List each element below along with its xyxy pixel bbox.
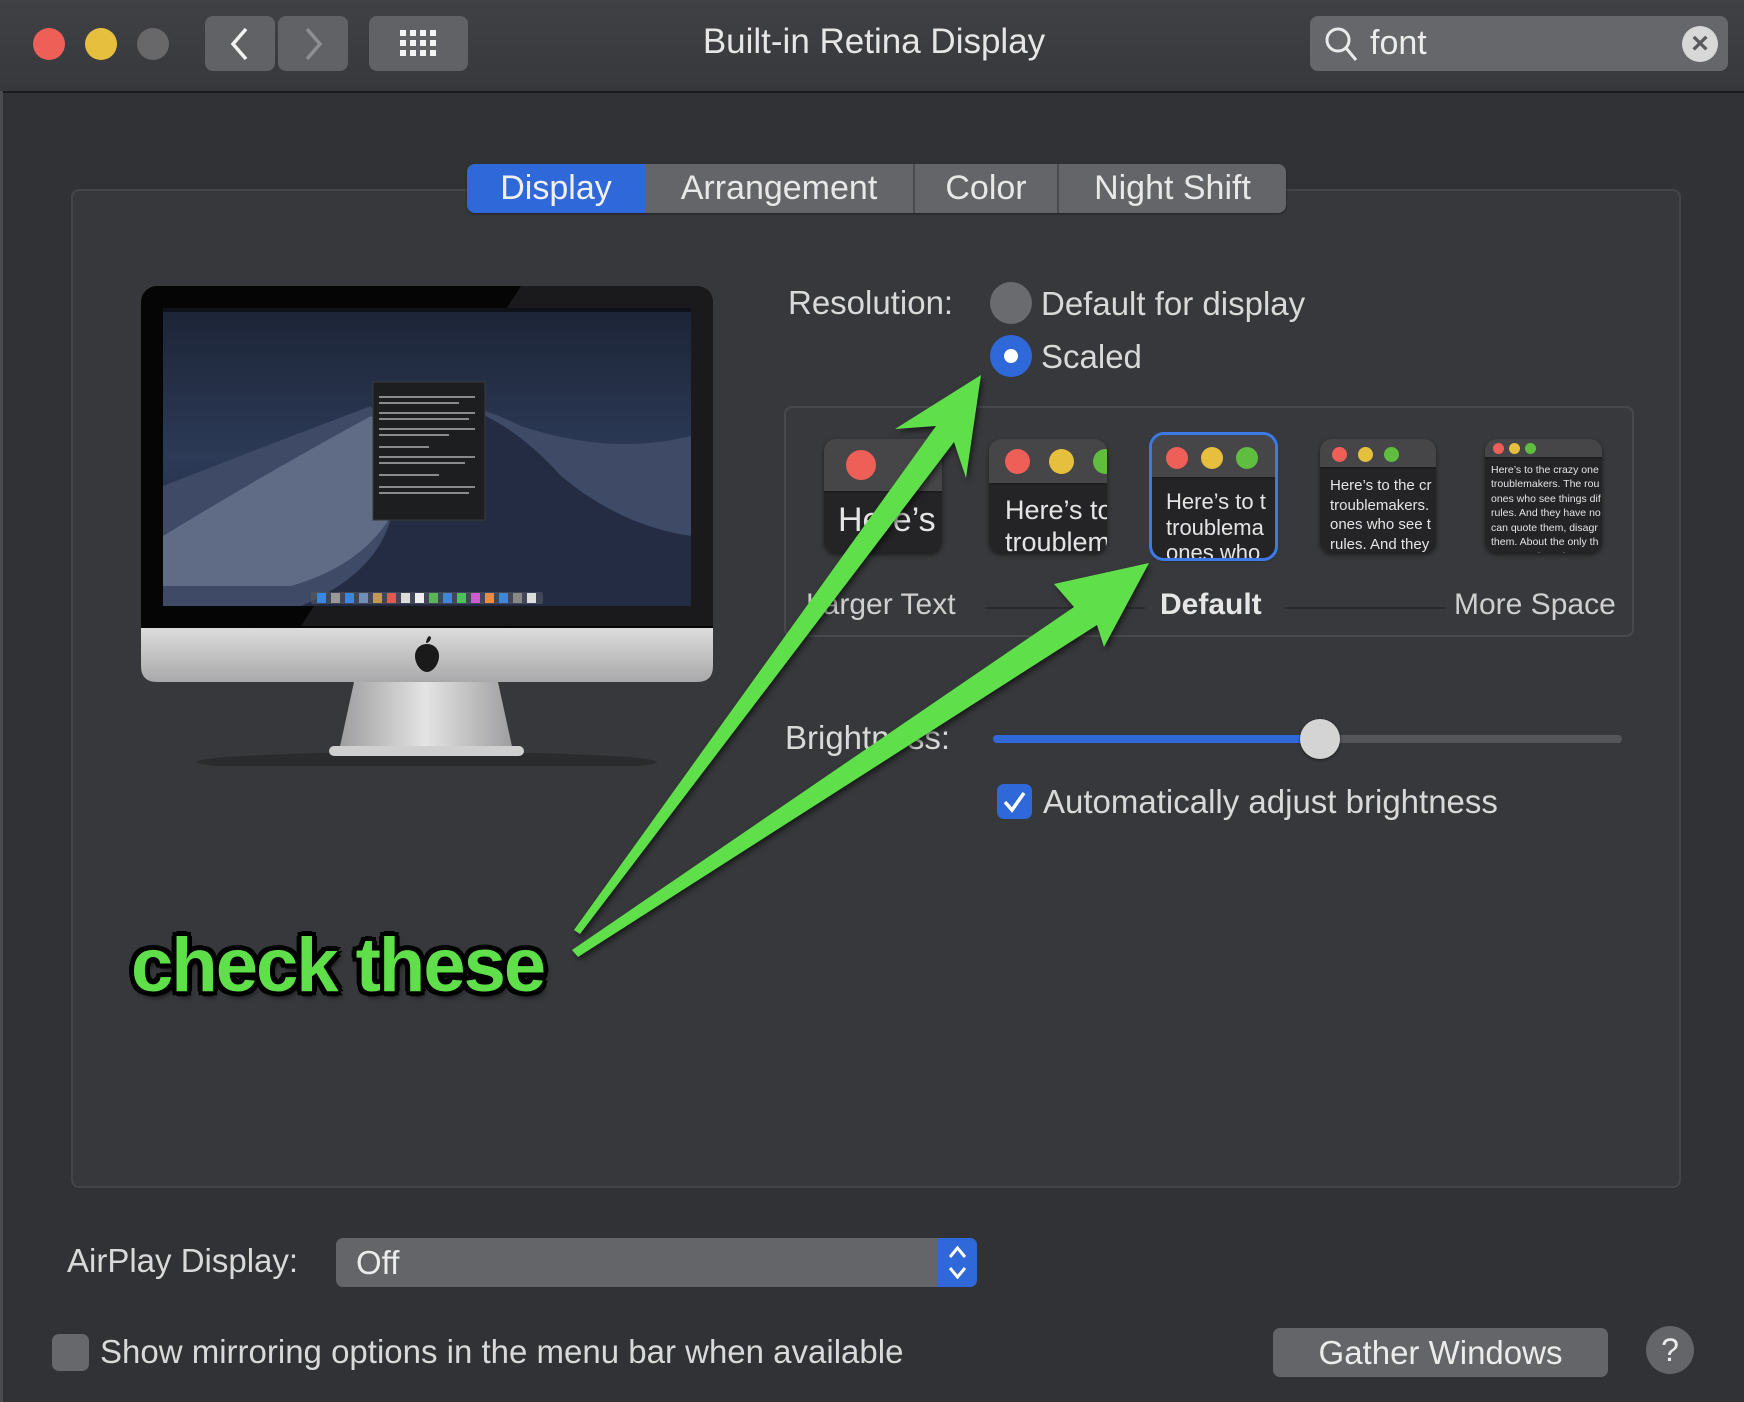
arrow-to-scaled [574, 375, 981, 934]
annotation-arrows [572, 375, 1149, 957]
annotation-text: check these [131, 923, 546, 1008]
arrow-to-default [572, 563, 1149, 957]
